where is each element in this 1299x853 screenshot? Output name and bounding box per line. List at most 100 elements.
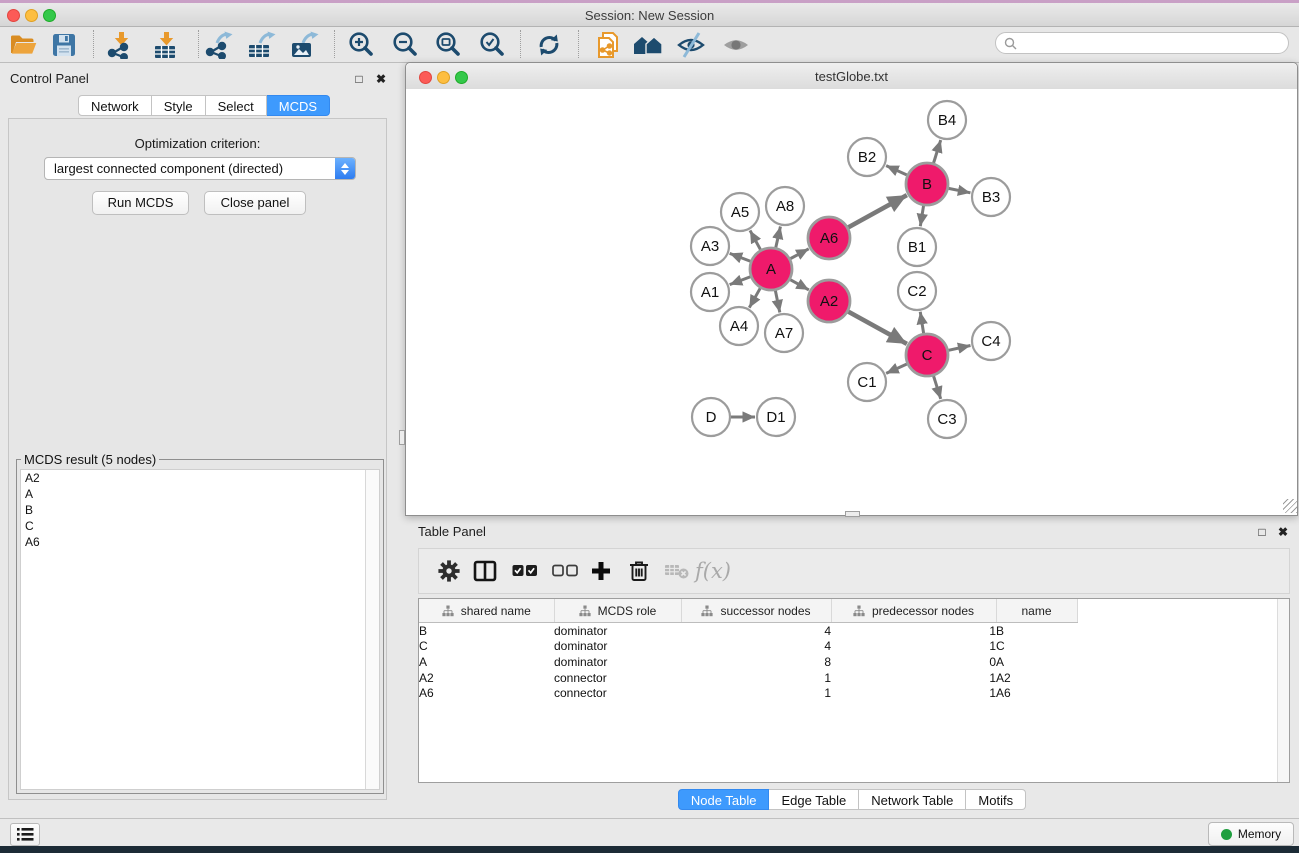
edge-B-B1[interactable] [920,206,923,227]
table-cell[interactable]: B [419,623,554,639]
table-row[interactable]: Adominator80A [419,654,1279,670]
network-canvas[interactable]: B4B2BB3A5A8A6B1A3AA1C2A2A4A7C4CC1DD1C3 [406,89,1297,515]
table-cell[interactable]: C [419,639,554,655]
mcds-result-list[interactable]: A2ABCA6 [20,469,380,790]
zoom-selected-icon[interactable] [473,29,511,60]
table-options-gear-icon[interactable] [431,556,467,586]
edge-A-A6[interactable] [790,249,808,259]
refresh-layout-icon[interactable] [530,29,568,60]
table-cell[interactable]: C [996,639,1077,655]
optimization-criterion-select[interactable]: largest connected component (directed) [44,157,356,180]
edge-A6-B[interactable] [848,195,907,227]
table-cell[interactable]: 1 [831,670,996,686]
edge-A-A8[interactable] [776,226,781,247]
table-cell[interactable]: A2 [419,670,554,686]
zoom-out-icon[interactable] [386,29,424,60]
mcds-result-item[interactable]: A6 [21,534,379,550]
edge-C-C3[interactable] [934,376,941,399]
tab-motifs[interactable]: Motifs [966,789,1026,810]
edge-B-B2[interactable] [886,166,907,175]
column-header-name[interactable]: name [996,599,1077,623]
tab-mcds[interactable]: MCDS [267,95,330,116]
delete-column-icon[interactable] [621,556,657,586]
window-resize-grip[interactable] [1283,499,1297,513]
table-row[interactable]: A2connector11A2 [419,670,1279,686]
duplicate-network-icon[interactable] [589,29,627,60]
table-cell[interactable]: dominator [554,639,681,655]
table-header-row[interactable]: shared nameMCDS rolesuccessor nodesprede… [419,599,1279,623]
table-cell[interactable]: 4 [681,623,831,639]
mcds-result-item[interactable]: A2 [21,470,379,486]
zoom-in-icon[interactable] [342,29,380,60]
task-history-button[interactable] [10,823,40,846]
table-cell[interactable]: 1 [831,639,996,655]
edge-A-A1[interactable] [730,277,751,285]
table-cell[interactable]: A2 [996,670,1077,686]
search-field[interactable] [995,32,1289,54]
tab-network[interactable]: Network [78,95,152,116]
mcds-result-item[interactable]: B [21,502,379,518]
table-row[interactable]: Cdominator41C [419,639,1279,655]
table-cell[interactable]: 1 [681,670,831,686]
import-network-icon[interactable] [102,29,140,60]
home-first-neighbors-icon[interactable] [629,29,667,60]
column-header-shared-name[interactable]: shared name [419,599,554,623]
table-cell[interactable]: dominator [554,654,681,670]
table-row[interactable]: A6connector11A6 [419,685,1279,701]
edge-A-A5[interactable] [750,230,760,249]
table-cell[interactable]: dominator [554,623,681,639]
zoom-fit-icon[interactable] [429,29,467,60]
control-panel-float-icon[interactable]: □ [352,72,366,86]
run-mcds-button[interactable]: Run MCDS [92,191,189,215]
table-cell[interactable]: 1 [831,623,996,639]
edge-A-A7[interactable] [775,291,779,313]
list-scrollbar[interactable] [365,470,379,789]
edge-A-A4[interactable] [749,288,760,308]
save-session-icon[interactable] [45,29,83,60]
table-cell[interactable]: 8 [681,654,831,670]
open-session-icon[interactable] [4,29,42,60]
column-header-successor-nodes[interactable]: successor nodes [681,599,831,623]
hide-selected-icon[interactable] [672,29,710,60]
import-table-icon[interactable] [147,29,185,60]
tab-node-table[interactable]: Node Table [678,789,770,810]
memory-button[interactable]: Memory [1208,822,1294,846]
table-cell[interactable]: connector [554,685,681,701]
table-cell[interactable]: A [996,654,1077,670]
edge-C-C4[interactable] [948,345,970,350]
tab-style[interactable]: Style [152,95,206,116]
show-hidden-eye-icon[interactable] [717,29,755,60]
close-panel-button[interactable]: Close panel [204,191,306,215]
deselect-all-checkboxes-icon[interactable] [547,556,583,586]
column-header-predecessor-nodes[interactable]: predecessor nodes [831,599,996,623]
export-table-icon[interactable] [242,29,280,60]
select-all-checkboxes-icon[interactable] [507,556,543,586]
split-divider-grip-left[interactable] [399,430,405,445]
table-row[interactable]: Bdominator41B [419,623,1279,639]
table-cell[interactable]: A6 [996,685,1077,701]
edge-A2-C[interactable] [848,312,907,344]
table-cell[interactable]: A6 [419,685,554,701]
table-cell[interactable]: connector [554,670,681,686]
export-network-icon[interactable] [200,29,238,60]
edge-A-A3[interactable] [730,253,751,261]
table-cell[interactable]: 0 [831,654,996,670]
table-cell[interactable]: 4 [681,639,831,655]
edge-C-C2[interactable] [920,312,923,334]
control-panel-close-icon[interactable]: ✖ [374,72,388,86]
split-divider-grip-bottom[interactable] [845,511,860,517]
show-columns-icon[interactable] [467,556,503,586]
tab-select[interactable]: Select [206,95,267,116]
table-panel-float-icon[interactable]: □ [1255,525,1269,539]
search-input[interactable] [1021,35,1288,51]
mcds-result-item[interactable]: A [21,486,379,502]
tab-network-table[interactable]: Network Table [859,789,966,810]
network-window-titlebar[interactable]: testGlobe.txt [406,63,1297,90]
table-cell[interactable]: 1 [831,685,996,701]
mcds-result-item[interactable]: C [21,518,379,534]
add-column-icon[interactable] [583,556,619,586]
table-panel-close-icon[interactable]: ✖ [1276,525,1290,539]
table-cell[interactable]: A [419,654,554,670]
edge-A-A2[interactable] [790,280,809,290]
node-table-grid[interactable]: shared nameMCDS rolesuccessor nodesprede… [419,599,1279,701]
